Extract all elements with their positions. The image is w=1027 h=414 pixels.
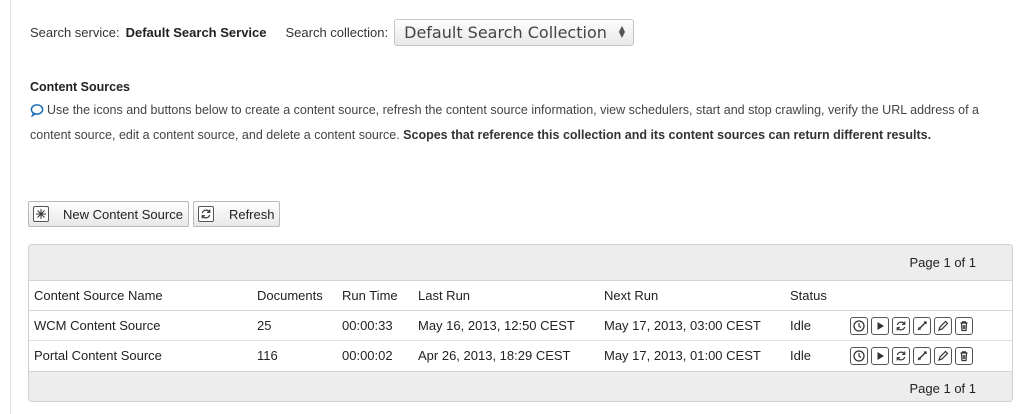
last-run-cell: Apr 26, 2013, 18:29 CEST — [418, 348, 571, 364]
edit-icon[interactable] — [934, 316, 952, 335]
table-row: WCM Content Source 25 00:00:33 May 16, 2… — [29, 310, 1012, 341]
run-time-cell: 00:00:33 — [337, 310, 413, 341]
content-sources-title: Content Sources — [30, 80, 131, 94]
new-content-source-button[interactable]: New Content Source — [28, 201, 189, 227]
source-name-cell: Portal Content Source — [34, 348, 162, 364]
search-service-value: Default Search Service — [125, 24, 267, 40]
new-source-icon — [33, 206, 49, 222]
content-sources-table: Page 1 of 1 Content Source Name Document… — [28, 244, 1013, 402]
search-service-label: Search service: — [30, 24, 120, 40]
column-header[interactable]: Last Run — [413, 280, 599, 311]
refresh-label: Refresh — [228, 206, 275, 222]
row-actions — [845, 341, 1012, 371]
pager-bottom: Page 1 of 1 — [29, 370, 1012, 401]
row-actions — [845, 310, 1012, 341]
column-header[interactable]: Next Run — [599, 280, 785, 311]
refresh-icon[interactable] — [892, 316, 910, 335]
delete-icon[interactable] — [955, 316, 973, 335]
last-run-cell: May 16, 2013, 12:50 CEST — [413, 310, 599, 341]
table-row: Portal Content Source 116 00:00:02 Apr 2… — [29, 341, 1012, 371]
scheduler-icon[interactable] — [850, 346, 868, 365]
content-sources-description: Use the icons and buttons below to creat… — [30, 99, 990, 146]
refresh-button[interactable]: Refresh — [192, 201, 281, 227]
column-header[interactable]: Run Time — [337, 280, 413, 311]
info-icon — [30, 102, 44, 124]
documents-cell: 25 — [252, 310, 337, 341]
next-run-cell: May 17, 2013, 03:00 CEST — [599, 310, 785, 341]
new-content-source-label: New Content Source — [63, 206, 183, 222]
refresh-icon — [197, 206, 214, 222]
delete-icon[interactable] — [955, 346, 973, 365]
column-header — [845, 280, 1012, 311]
source-name-cell: WCM Content Source — [29, 310, 252, 341]
start-crawl-icon[interactable] — [871, 346, 889, 365]
verify-url-icon[interactable] — [913, 346, 931, 365]
column-header[interactable]: Content Source Name — [29, 280, 252, 311]
run-time-cell: 00:00:02 — [342, 348, 393, 364]
search-collection-value: Default Search Collection — [404, 22, 607, 42]
column-header[interactable]: Status — [785, 280, 845, 311]
search-service-bar: Search service: Default Search Service S… — [30, 18, 635, 46]
edit-icon[interactable] — [934, 346, 952, 365]
start-crawl-icon[interactable] — [871, 316, 889, 335]
status-cell: Idle — [785, 310, 845, 341]
page-indicator: Page 1 of 1 — [909, 255, 977, 270]
column-header[interactable]: Documents — [252, 280, 337, 311]
search-collection-label: Search collection: — [285, 24, 389, 40]
documents-cell: 116 — [257, 348, 278, 364]
scheduler-icon[interactable] — [850, 316, 868, 335]
verify-url-icon[interactable] — [913, 316, 931, 335]
status-cell: Idle — [790, 348, 811, 364]
next-run-cell: May 17, 2013, 01:00 CEST — [604, 348, 761, 364]
refresh-icon[interactable] — [892, 346, 910, 365]
page-indicator: Page 1 of 1 — [909, 381, 977, 396]
search-collection-select[interactable]: Default Search Collection ▲ ▼ — [394, 18, 635, 46]
description-bold-text: Scopes that reference this collection an… — [403, 128, 932, 142]
toolbar: New Content Source Refresh — [28, 201, 281, 227]
spinner-arrows-icon: ▲ ▼ — [618, 24, 626, 39]
table-header-row: Content Source Name Documents Run Time L… — [29, 280, 1012, 311]
pager-top: Page 1 of 1 — [29, 245, 1012, 280]
left-border — [10, 0, 11, 414]
